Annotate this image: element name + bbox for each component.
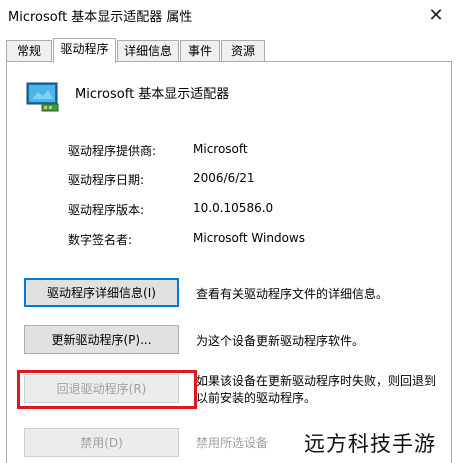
version-label: 驱动程序版本:: [68, 203, 145, 217]
provider-label: 驱动程序提供商:: [68, 144, 157, 158]
driver-details-description: 查看有关驱动程序文件的详细信息。: [196, 287, 389, 301]
title-bar: Microsoft 基本显示适配器 属性 ✕: [0, 0, 457, 30]
display-adapter-icon: [26, 82, 59, 112]
device-name: Microsoft 基本显示适配器: [75, 87, 230, 102]
date-value: 2006/6/21: [193, 171, 255, 185]
disable-device-button[interactable]: 禁用(D): [24, 428, 179, 457]
signer-value: Microsoft Windows: [193, 231, 305, 245]
tab-events[interactable]: 事件: [180, 40, 220, 62]
window-title: Microsoft 基本显示适配器 属性: [8, 10, 193, 25]
tab-resources[interactable]: 资源: [221, 40, 265, 62]
version-value: 10.0.10586.0: [193, 201, 274, 215]
date-label: 驱动程序日期:: [68, 173, 145, 187]
tab-details[interactable]: 详细信息: [117, 40, 179, 62]
rollback-driver-description: 如果该设备在更新驱动程序时失败，则回退到以前安装的驱动程序。: [196, 374, 437, 405]
tab-driver[interactable]: 驱动程序: [53, 38, 116, 63]
provider-value: Microsoft: [193, 142, 248, 156]
disable-device-description: 禁用所选设备: [196, 436, 269, 450]
signer-label: 数字签名者:: [68, 233, 133, 247]
watermark-text: 远方科技手游: [300, 428, 440, 458]
update-driver-description: 为这个设备更新驱动程序软件。: [196, 334, 365, 348]
driver-details-button[interactable]: 驱动程序详细信息(I): [24, 278, 179, 307]
rollback-highlight-box: [17, 370, 197, 409]
update-driver-button[interactable]: 更新驱动程序(P)...: [24, 325, 179, 354]
close-icon[interactable]: ✕: [423, 2, 449, 28]
tab-general[interactable]: 常规: [6, 40, 52, 62]
